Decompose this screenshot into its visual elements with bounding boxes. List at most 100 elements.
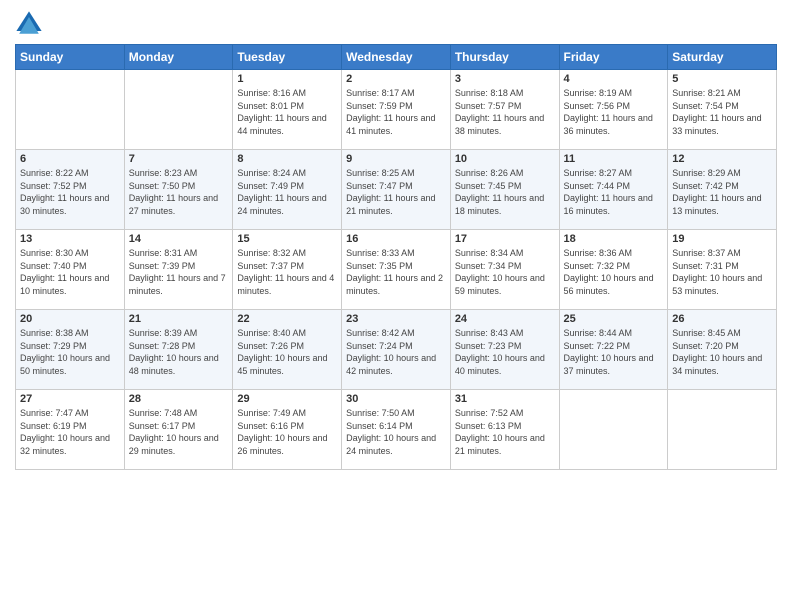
calendar-header-tuesday: Tuesday — [233, 45, 342, 70]
day-number: 9 — [346, 153, 446, 165]
calendar-cell: 30Sunrise: 7:50 AM Sunset: 6:14 PM Dayli… — [342, 390, 451, 470]
day-info: Sunrise: 8:21 AM Sunset: 7:54 PM Dayligh… — [672, 87, 772, 137]
day-info: Sunrise: 8:26 AM Sunset: 7:45 PM Dayligh… — [455, 167, 555, 217]
day-info: Sunrise: 8:19 AM Sunset: 7:56 PM Dayligh… — [564, 87, 664, 137]
calendar-cell: 25 Sunrise: 8:44 AM Sunset: 7:22 PM Dayli… — [559, 310, 668, 390]
calendar-cell: 27Sunrise: 7:47 AM Sunset: 6:19 PM Dayli… — [16, 390, 125, 470]
day-number: 4 — [564, 73, 664, 85]
day-number: 20 — [20, 313, 120, 325]
day-info: Sunrise: 8:36 AM Sunset: 7:32 PM Dayligh… — [564, 247, 664, 297]
logo — [15, 10, 45, 38]
day-info: Sunrise: 8:22 AM Sunset: 7:52 PM Dayligh… — [20, 167, 120, 217]
calendar-cell: 23Sunrise: 8:42 AM Sunset: 7:24 PM Dayli… — [342, 310, 451, 390]
day-number: 10 — [455, 153, 555, 165]
day-info: Sunrise: 8:43 AM Sunset: 7:23 PM Dayligh… — [455, 327, 555, 377]
calendar-cell: 9Sunrise: 8:25 AM Sunset: 7:47 PM Daylig… — [342, 150, 451, 230]
calendar-cell — [16, 70, 125, 150]
day-info: Sunrise: 7:52 AM Sunset: 6:13 PM Dayligh… — [455, 407, 555, 457]
calendar-cell: 7 Sunrise: 8:23 AM Sunset: 7:50 PM Daylig… — [124, 150, 233, 230]
day-number: 7 — [129, 153, 229, 165]
day-number: 25 — [564, 313, 664, 325]
logo-icon — [15, 10, 43, 38]
calendar-cell: 10 Sunrise: 8:26 AM Sunset: 7:45 PM Dayli… — [450, 150, 559, 230]
day-info: Sunrise: 8:16 AM Sunset: 8:01 PM Dayligh… — [237, 87, 337, 137]
header — [15, 10, 777, 38]
day-info: Sunrise: 8:44 AM Sunset: 7:22 PM Dayligh… — [564, 327, 664, 377]
calendar-cell: 2 Sunrise: 8:17 AM Sunset: 7:59 PM Daylig… — [342, 70, 451, 150]
calendar-cell: 29 Sunrise: 7:49 AM Sunset: 6:16 PM Dayli… — [233, 390, 342, 470]
day-number: 16 — [346, 233, 446, 245]
calendar-cell: 6 Sunrise: 8:22 AM Sunset: 7:52 PM Daylig… — [16, 150, 125, 230]
day-info: Sunrise: 8:39 AM Sunset: 7:28 PM Dayligh… — [129, 327, 229, 377]
calendar-table: SundayMondayTuesdayWednesdayThursdayFrid… — [15, 44, 777, 470]
day-number: 3 — [455, 73, 555, 85]
day-info: Sunrise: 8:29 AM Sunset: 7:42 PM Dayligh… — [672, 167, 772, 217]
calendar-cell: 21 Sunrise: 8:39 AM Sunset: 7:28 PM Dayli… — [124, 310, 233, 390]
calendar-cell: 13 Sunrise: 8:30 AM Sunset: 7:40 PM Dayli… — [16, 230, 125, 310]
calendar-cell: 31Sunrise: 7:52 AM Sunset: 6:13 PM Dayli… — [450, 390, 559, 470]
calendar-cell: 17 Sunrise: 8:34 AM Sunset: 7:34 PM Dayli… — [450, 230, 559, 310]
day-number: 21 — [129, 313, 229, 325]
calendar-week-1: 6 Sunrise: 8:22 AM Sunset: 7:52 PM Daylig… — [16, 150, 777, 230]
calendar-cell: 19Sunrise: 8:37 AM Sunset: 7:31 PM Dayli… — [668, 230, 777, 310]
calendar-header-wednesday: Wednesday — [342, 45, 451, 70]
calendar-cell: 20 Sunrise: 8:38 AM Sunset: 7:29 PM Dayli… — [16, 310, 125, 390]
day-number: 15 — [237, 233, 337, 245]
day-number: 5 — [672, 73, 772, 85]
day-number: 13 — [20, 233, 120, 245]
calendar-week-4: 27Sunrise: 7:47 AM Sunset: 6:19 PM Dayli… — [16, 390, 777, 470]
calendar-cell: 14 Sunrise: 8:31 AM Sunset: 7:39 PM Dayli… — [124, 230, 233, 310]
calendar-header-saturday: Saturday — [668, 45, 777, 70]
day-info: Sunrise: 7:48 AM Sunset: 6:17 PM Dayligh… — [129, 407, 229, 457]
calendar-cell: 26 Sunrise: 8:45 AM Sunset: 7:20 PM Dayli… — [668, 310, 777, 390]
calendar-cell: 16 Sunrise: 8:33 AM Sunset: 7:35 PM Dayli… — [342, 230, 451, 310]
day-info: Sunrise: 8:40 AM Sunset: 7:26 PM Dayligh… — [237, 327, 337, 377]
day-number: 29 — [237, 393, 337, 405]
day-info: Sunrise: 8:31 AM Sunset: 7:39 PM Dayligh… — [129, 247, 229, 297]
day-number: 14 — [129, 233, 229, 245]
day-number: 12 — [672, 153, 772, 165]
day-info: Sunrise: 8:23 AM Sunset: 7:50 PM Dayligh… — [129, 167, 229, 217]
calendar-week-0: 1 Sunrise: 8:16 AM Sunset: 8:01 PM Daylig… — [16, 70, 777, 150]
day-info: Sunrise: 8:37 AM Sunset: 7:31 PM Dayligh… — [672, 247, 772, 297]
day-info: Sunrise: 8:38 AM Sunset: 7:29 PM Dayligh… — [20, 327, 120, 377]
calendar-week-3: 20 Sunrise: 8:38 AM Sunset: 7:29 PM Dayli… — [16, 310, 777, 390]
day-info: Sunrise: 8:27 AM Sunset: 7:44 PM Dayligh… — [564, 167, 664, 217]
day-info: Sunrise: 8:30 AM Sunset: 7:40 PM Dayligh… — [20, 247, 120, 297]
day-number: 24 — [455, 313, 555, 325]
day-info: Sunrise: 8:42 AM Sunset: 7:24 PM Dayligh… — [346, 327, 446, 377]
calendar-cell: 3 Sunrise: 8:18 AM Sunset: 7:57 PM Daylig… — [450, 70, 559, 150]
calendar-header-friday: Friday — [559, 45, 668, 70]
day-number: 27 — [20, 393, 120, 405]
calendar-cell: 5 Sunrise: 8:21 AM Sunset: 7:54 PM Daylig… — [668, 70, 777, 150]
calendar-cell — [124, 70, 233, 150]
day-info: Sunrise: 8:18 AM Sunset: 7:57 PM Dayligh… — [455, 87, 555, 137]
day-number: 28 — [129, 393, 229, 405]
calendar-cell: 1 Sunrise: 8:16 AM Sunset: 8:01 PM Daylig… — [233, 70, 342, 150]
day-info: Sunrise: 8:45 AM Sunset: 7:20 PM Dayligh… — [672, 327, 772, 377]
day-number: 6 — [20, 153, 120, 165]
day-info: Sunrise: 8:33 AM Sunset: 7:35 PM Dayligh… — [346, 247, 446, 297]
calendar-cell — [668, 390, 777, 470]
page: SundayMondayTuesdayWednesdayThursdayFrid… — [0, 0, 792, 612]
day-info: Sunrise: 8:17 AM Sunset: 7:59 PM Dayligh… — [346, 87, 446, 137]
day-number: 17 — [455, 233, 555, 245]
day-number: 1 — [237, 73, 337, 85]
day-number: 18 — [564, 233, 664, 245]
calendar-cell: 15 Sunrise: 8:32 AM Sunset: 7:37 PM Dayli… — [233, 230, 342, 310]
day-info: Sunrise: 8:24 AM Sunset: 7:49 PM Dayligh… — [237, 167, 337, 217]
day-info: Sunrise: 8:34 AM Sunset: 7:34 PM Dayligh… — [455, 247, 555, 297]
day-info: Sunrise: 8:32 AM Sunset: 7:37 PM Dayligh… — [237, 247, 337, 297]
calendar-cell: 28 Sunrise: 7:48 AM Sunset: 6:17 PM Dayli… — [124, 390, 233, 470]
calendar-header-row: SundayMondayTuesdayWednesdayThursdayFrid… — [16, 45, 777, 70]
day-info: Sunrise: 7:49 AM Sunset: 6:16 PM Dayligh… — [237, 407, 337, 457]
calendar-header-sunday: Sunday — [16, 45, 125, 70]
day-number: 2 — [346, 73, 446, 85]
day-number: 26 — [672, 313, 772, 325]
calendar-cell: 11Sunrise: 8:27 AM Sunset: 7:44 PM Dayli… — [559, 150, 668, 230]
calendar-cell: 12 Sunrise: 8:29 AM Sunset: 7:42 PM Dayli… — [668, 150, 777, 230]
calendar-cell: 18 Sunrise: 8:36 AM Sunset: 7:32 PM Dayli… — [559, 230, 668, 310]
calendar-week-2: 13 Sunrise: 8:30 AM Sunset: 7:40 PM Dayli… — [16, 230, 777, 310]
calendar-cell: 22Sunrise: 8:40 AM Sunset: 7:26 PM Dayli… — [233, 310, 342, 390]
calendar-header-thursday: Thursday — [450, 45, 559, 70]
